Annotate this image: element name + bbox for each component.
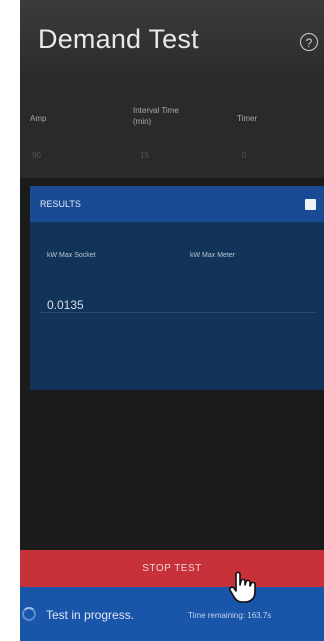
kw-max-socket-value: 0.0135: [47, 298, 84, 312]
amp-value[interactable]: 90: [32, 151, 41, 160]
results-divider: [40, 312, 316, 313]
kw-max-socket-label: kW Max Socket: [47, 252, 96, 259]
interval-time-label: Interval Time (min): [133, 106, 179, 126]
help-icon[interactable]: ?: [300, 33, 318, 51]
results-title: RESULTS: [40, 199, 81, 209]
timer-value[interactable]: 0: [242, 151, 246, 160]
collapse-icon[interactable]: [305, 199, 316, 210]
stop-test-button[interactable]: STOP TEST: [20, 550, 324, 587]
test-parameters: Amp Interval Time (min) Timer 90 15 0: [20, 84, 324, 178]
timer-label: Timer: [237, 114, 258, 123]
status-bar: Test in progress. Time remaining: 163.7s: [20, 587, 324, 641]
interval-time-value[interactable]: 15: [140, 151, 149, 160]
amp-label: Amp: [30, 114, 47, 123]
kw-max-meter-label: kW Max Meter: [190, 252, 236, 259]
progress-status-text: Test in progress.: [46, 608, 135, 622]
hand-pointer-icon: [229, 571, 256, 603]
page-title: Demand Test: [38, 24, 199, 54]
results-panel: RESULTS kW Max Socket kW Max Meter 0.013…: [30, 186, 324, 390]
app-screen: Demand Test ? Amp Interval Time (min) Ti…: [20, 0, 324, 641]
header: Demand Test ?: [20, 0, 324, 84]
results-header[interactable]: RESULTS: [30, 186, 324, 222]
loading-spinner-icon: [22, 607, 36, 621]
time-remaining-text: Time remaining: 163.7s: [188, 611, 272, 620]
